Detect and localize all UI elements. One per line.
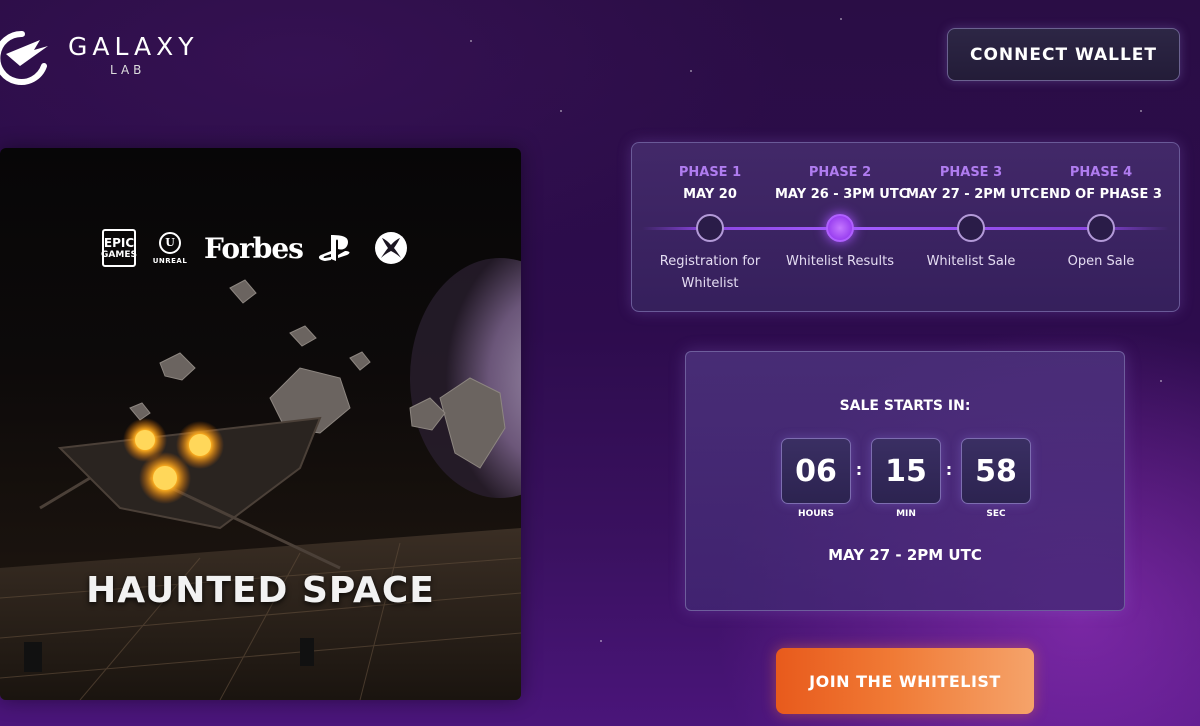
phase-date: MAY 27 - 2PM UTC bbox=[906, 187, 1040, 202]
phase-dot-active bbox=[826, 214, 854, 242]
galaxy-lab-logo[interactable]: GALAXY LAB bbox=[0, 26, 210, 92]
game-promo-card: EPIC GAMES U UNREAL Forbes HAUNTED SPACE bbox=[0, 148, 521, 700]
phase-dot bbox=[957, 214, 985, 242]
playstation-icon bbox=[317, 230, 357, 266]
phase-dot bbox=[1087, 214, 1115, 242]
hours-unit-label: HOURS bbox=[798, 509, 834, 519]
phase-label: PHASE 4 bbox=[1069, 165, 1133, 180]
phase-label: PHASE 2 bbox=[808, 165, 872, 180]
sale-date: MAY 27 - 2PM UTC bbox=[828, 546, 982, 564]
phase-description: Whitelist Sale bbox=[926, 254, 1016, 269]
epic-games-logo: EPIC GAMES bbox=[101, 229, 137, 267]
phase-date: MAY 20 bbox=[683, 187, 737, 202]
unreal-engine-logo: U UNREAL bbox=[150, 231, 190, 265]
countdown-timer: 06 HOURS : 15 MIN : 58 SEC bbox=[781, 438, 1031, 528]
phases-timeline: PHASE 1 MAY 20 Registration for Whitelis… bbox=[631, 142, 1180, 312]
galaxy-logo-icon bbox=[0, 30, 48, 85]
hours-value: 06 bbox=[781, 438, 851, 504]
seconds-value: 58 bbox=[961, 438, 1031, 504]
phase-date: END OF PHASE 3 bbox=[1040, 187, 1162, 202]
time-separator: : bbox=[945, 460, 953, 479]
phase-description: Open Sale bbox=[1067, 254, 1135, 269]
phase-dot bbox=[696, 214, 724, 242]
unreal-icon: U bbox=[159, 231, 181, 254]
sale-countdown-panel: SALE STARTS IN: 06 HOURS : 15 MIN : 58 S… bbox=[685, 351, 1125, 611]
time-separator: : bbox=[855, 460, 863, 479]
phase-description: Registration for Whitelist bbox=[659, 254, 761, 291]
phase-label: PHASE 3 bbox=[939, 165, 1003, 180]
join-whitelist-button[interactable]: JOIN THE WHITELIST bbox=[776, 648, 1034, 714]
phase-description: Whitelist Results bbox=[786, 254, 894, 269]
partner-logos: EPIC GAMES U UNREAL Forbes bbox=[101, 228, 432, 268]
phase-label: PHASE 1 bbox=[678, 165, 742, 180]
brand-title: GALAXY bbox=[68, 32, 199, 61]
minutes-value: 15 bbox=[871, 438, 941, 504]
minutes-unit-label: MIN bbox=[896, 509, 916, 519]
sale-starts-label: SALE STARTS IN: bbox=[839, 398, 971, 414]
connect-wallet-button[interactable]: CONNECT WALLET bbox=[947, 28, 1180, 81]
seconds-unit-label: SEC bbox=[986, 509, 1006, 519]
xbox-icon bbox=[371, 230, 411, 266]
forbes-logo: Forbes bbox=[204, 231, 304, 265]
phase-date: MAY 26 - 3PM UTC bbox=[775, 187, 909, 202]
game-title: HAUNTED SPACE bbox=[86, 570, 435, 611]
brand-subtitle: LAB bbox=[110, 63, 146, 77]
